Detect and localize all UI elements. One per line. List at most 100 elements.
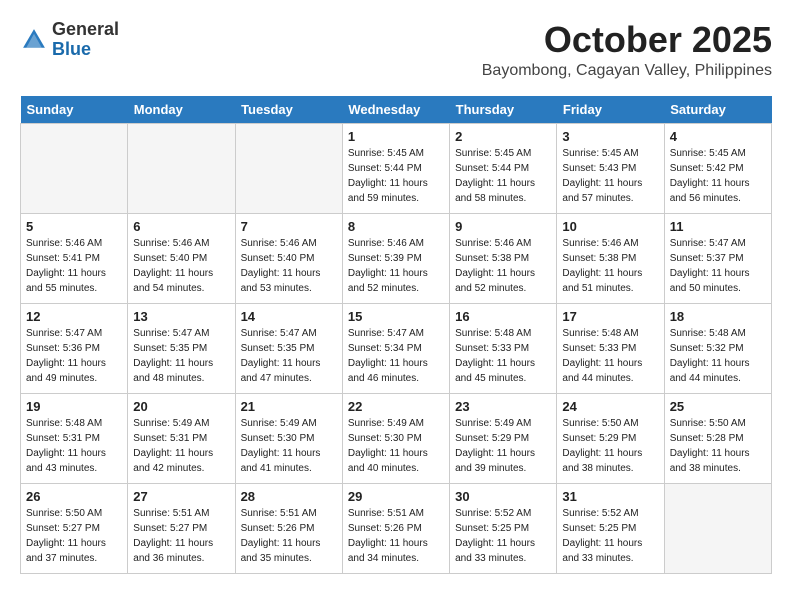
day-info: Sunrise: 5:45 AMSunset: 5:44 PMDaylight:…: [348, 148, 428, 204]
calendar-day-cell: 30 Sunrise: 5:52 AMSunset: 5:25 PMDaylig…: [450, 483, 557, 573]
day-number: 22: [348, 399, 444, 414]
calendar-day-cell: 9 Sunrise: 5:46 AMSunset: 5:38 PMDayligh…: [450, 213, 557, 303]
calendar-day-cell: 10 Sunrise: 5:46 AMSunset: 5:38 PMDaylig…: [557, 213, 664, 303]
day-info: Sunrise: 5:47 AMSunset: 5:35 PMDaylight:…: [133, 328, 213, 384]
day-info: Sunrise: 5:49 AMSunset: 5:29 PMDaylight:…: [455, 418, 535, 474]
day-info: Sunrise: 5:47 AMSunset: 5:37 PMDaylight:…: [670, 238, 750, 294]
calendar-day-cell: [664, 483, 771, 573]
logo-general-text: General: [52, 19, 119, 39]
day-number: 3: [562, 129, 658, 144]
day-number: 6: [133, 219, 229, 234]
weekday-header-monday: Monday: [128, 96, 235, 124]
calendar-week-row: 19 Sunrise: 5:48 AMSunset: 5:31 PMDaylig…: [21, 393, 772, 483]
calendar-day-cell: 23 Sunrise: 5:49 AMSunset: 5:29 PMDaylig…: [450, 393, 557, 483]
day-number: 15: [348, 309, 444, 324]
calendar-day-cell: 11 Sunrise: 5:47 AMSunset: 5:37 PMDaylig…: [664, 213, 771, 303]
calendar-week-row: 5 Sunrise: 5:46 AMSunset: 5:41 PMDayligh…: [21, 213, 772, 303]
calendar-week-row: 1 Sunrise: 5:45 AMSunset: 5:44 PMDayligh…: [21, 123, 772, 213]
day-info: Sunrise: 5:45 AMSunset: 5:44 PMDaylight:…: [455, 148, 535, 204]
day-number: 20: [133, 399, 229, 414]
day-number: 4: [670, 129, 766, 144]
day-number: 18: [670, 309, 766, 324]
day-info: Sunrise: 5:48 AMSunset: 5:31 PMDaylight:…: [26, 418, 106, 474]
day-number: 2: [455, 129, 551, 144]
day-info: Sunrise: 5:46 AMSunset: 5:38 PMDaylight:…: [562, 238, 642, 294]
day-info: Sunrise: 5:46 AMSunset: 5:38 PMDaylight:…: [455, 238, 535, 294]
calendar-day-cell: 27 Sunrise: 5:51 AMSunset: 5:27 PMDaylig…: [128, 483, 235, 573]
calendar-day-cell: 15 Sunrise: 5:47 AMSunset: 5:34 PMDaylig…: [342, 303, 449, 393]
day-info: Sunrise: 5:48 AMSunset: 5:33 PMDaylight:…: [562, 328, 642, 384]
day-number: 25: [670, 399, 766, 414]
calendar-day-cell: 4 Sunrise: 5:45 AMSunset: 5:42 PMDayligh…: [664, 123, 771, 213]
calendar-day-cell: [128, 123, 235, 213]
day-number: 12: [26, 309, 122, 324]
day-info: Sunrise: 5:48 AMSunset: 5:32 PMDaylight:…: [670, 328, 750, 384]
day-info: Sunrise: 5:50 AMSunset: 5:27 PMDaylight:…: [26, 508, 106, 564]
day-info: Sunrise: 5:48 AMSunset: 5:33 PMDaylight:…: [455, 328, 535, 384]
weekday-header-row: SundayMondayTuesdayWednesdayThursdayFrid…: [21, 96, 772, 124]
day-info: Sunrise: 5:50 AMSunset: 5:28 PMDaylight:…: [670, 418, 750, 474]
calendar-day-cell: [235, 123, 342, 213]
title-block: October 2025 Bayombong, Cagayan Valley, …: [482, 20, 772, 80]
weekday-header-friday: Friday: [557, 96, 664, 124]
day-info: Sunrise: 5:51 AMSunset: 5:26 PMDaylight:…: [348, 508, 428, 564]
weekday-header-tuesday: Tuesday: [235, 96, 342, 124]
day-info: Sunrise: 5:52 AMSunset: 5:25 PMDaylight:…: [455, 508, 535, 564]
calendar-day-cell: 5 Sunrise: 5:46 AMSunset: 5:41 PMDayligh…: [21, 213, 128, 303]
day-info: Sunrise: 5:45 AMSunset: 5:43 PMDaylight:…: [562, 148, 642, 204]
day-number: 21: [241, 399, 337, 414]
day-number: 26: [26, 489, 122, 504]
weekday-header-sunday: Sunday: [21, 96, 128, 124]
day-number: 27: [133, 489, 229, 504]
day-number: 29: [348, 489, 444, 504]
weekday-header-saturday: Saturday: [664, 96, 771, 124]
calendar-day-cell: 26 Sunrise: 5:50 AMSunset: 5:27 PMDaylig…: [21, 483, 128, 573]
day-info: Sunrise: 5:47 AMSunset: 5:35 PMDaylight:…: [241, 328, 321, 384]
logo: General Blue: [20, 20, 119, 60]
day-number: 30: [455, 489, 551, 504]
day-info: Sunrise: 5:49 AMSunset: 5:30 PMDaylight:…: [348, 418, 428, 474]
day-number: 11: [670, 219, 766, 234]
day-info: Sunrise: 5:52 AMSunset: 5:25 PMDaylight:…: [562, 508, 642, 564]
day-number: 5: [26, 219, 122, 234]
calendar-day-cell: 18 Sunrise: 5:48 AMSunset: 5:32 PMDaylig…: [664, 303, 771, 393]
day-info: Sunrise: 5:51 AMSunset: 5:26 PMDaylight:…: [241, 508, 321, 564]
day-number: 7: [241, 219, 337, 234]
calendar-table: SundayMondayTuesdayWednesdayThursdayFrid…: [20, 96, 772, 574]
weekday-header-thursday: Thursday: [450, 96, 557, 124]
day-info: Sunrise: 5:46 AMSunset: 5:40 PMDaylight:…: [133, 238, 213, 294]
calendar-day-cell: 3 Sunrise: 5:45 AMSunset: 5:43 PMDayligh…: [557, 123, 664, 213]
calendar-day-cell: 1 Sunrise: 5:45 AMSunset: 5:44 PMDayligh…: [342, 123, 449, 213]
day-info: Sunrise: 5:47 AMSunset: 5:34 PMDaylight:…: [348, 328, 428, 384]
day-info: Sunrise: 5:45 AMSunset: 5:42 PMDaylight:…: [670, 148, 750, 204]
day-number: 17: [562, 309, 658, 324]
day-number: 23: [455, 399, 551, 414]
day-number: 31: [562, 489, 658, 504]
calendar-day-cell: 25 Sunrise: 5:50 AMSunset: 5:28 PMDaylig…: [664, 393, 771, 483]
day-info: Sunrise: 5:46 AMSunset: 5:40 PMDaylight:…: [241, 238, 321, 294]
day-number: 8: [348, 219, 444, 234]
calendar-day-cell: 21 Sunrise: 5:49 AMSunset: 5:30 PMDaylig…: [235, 393, 342, 483]
month-title: October 2025: [482, 20, 772, 60]
day-number: 10: [562, 219, 658, 234]
calendar-day-cell: 19 Sunrise: 5:48 AMSunset: 5:31 PMDaylig…: [21, 393, 128, 483]
calendar-week-row: 26 Sunrise: 5:50 AMSunset: 5:27 PMDaylig…: [21, 483, 772, 573]
calendar-day-cell: 12 Sunrise: 5:47 AMSunset: 5:36 PMDaylig…: [21, 303, 128, 393]
calendar-day-cell: 31 Sunrise: 5:52 AMSunset: 5:25 PMDaylig…: [557, 483, 664, 573]
calendar-day-cell: 22 Sunrise: 5:49 AMSunset: 5:30 PMDaylig…: [342, 393, 449, 483]
calendar-day-cell: 17 Sunrise: 5:48 AMSunset: 5:33 PMDaylig…: [557, 303, 664, 393]
calendar-day-cell: 29 Sunrise: 5:51 AMSunset: 5:26 PMDaylig…: [342, 483, 449, 573]
day-number: 13: [133, 309, 229, 324]
day-number: 14: [241, 309, 337, 324]
day-info: Sunrise: 5:51 AMSunset: 5:27 PMDaylight:…: [133, 508, 213, 564]
day-info: Sunrise: 5:47 AMSunset: 5:36 PMDaylight:…: [26, 328, 106, 384]
calendar-day-cell: 20 Sunrise: 5:49 AMSunset: 5:31 PMDaylig…: [128, 393, 235, 483]
calendar-week-row: 12 Sunrise: 5:47 AMSunset: 5:36 PMDaylig…: [21, 303, 772, 393]
day-info: Sunrise: 5:49 AMSunset: 5:30 PMDaylight:…: [241, 418, 321, 474]
day-info: Sunrise: 5:46 AMSunset: 5:39 PMDaylight:…: [348, 238, 428, 294]
day-info: Sunrise: 5:50 AMSunset: 5:29 PMDaylight:…: [562, 418, 642, 474]
day-number: 16: [455, 309, 551, 324]
calendar-day-cell: 16 Sunrise: 5:48 AMSunset: 5:33 PMDaylig…: [450, 303, 557, 393]
day-info: Sunrise: 5:49 AMSunset: 5:31 PMDaylight:…: [133, 418, 213, 474]
calendar-day-cell: 13 Sunrise: 5:47 AMSunset: 5:35 PMDaylig…: [128, 303, 235, 393]
